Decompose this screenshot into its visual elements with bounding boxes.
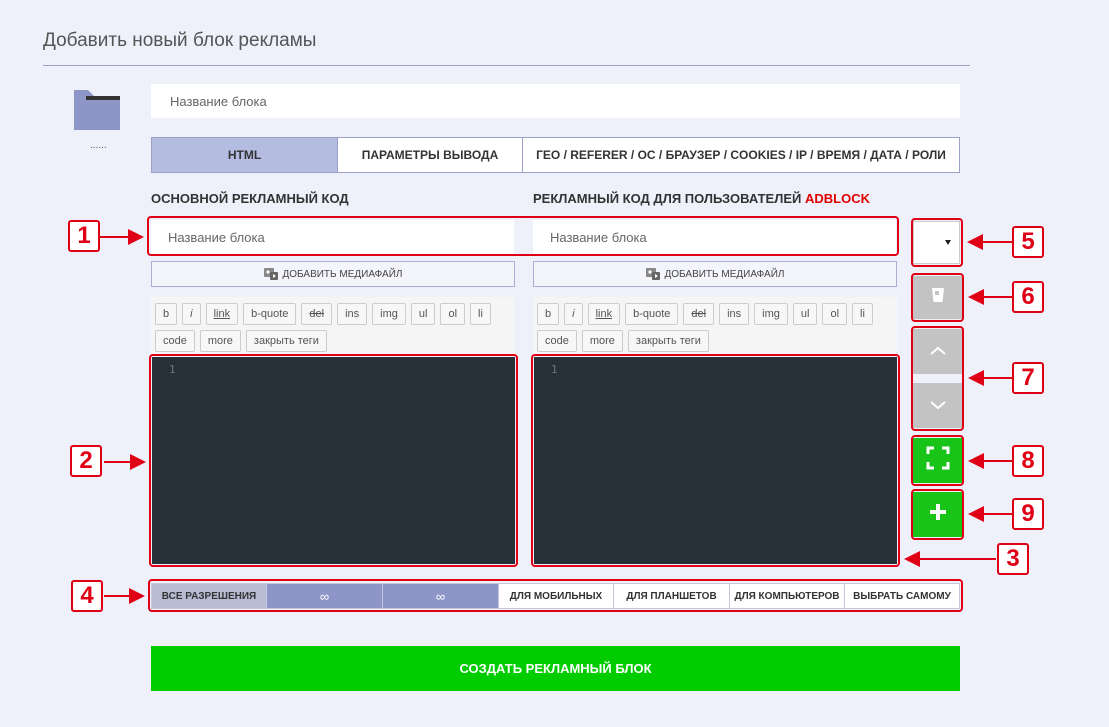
qt-ins-button[interactable]: ins bbox=[337, 303, 368, 325]
annotation-badge-5: 5 bbox=[1012, 226, 1044, 258]
qt-link-button[interactable]: link bbox=[205, 303, 239, 325]
annotation-badge-2: 2 bbox=[70, 445, 102, 477]
qt-link-button[interactable]: link bbox=[587, 303, 621, 325]
delete-button[interactable] bbox=[913, 276, 962, 319]
qt-ul-button[interactable]: ul bbox=[410, 303, 436, 325]
fullscreen-button[interactable] bbox=[913, 438, 962, 483]
qt-img-button[interactable]: img bbox=[754, 303, 788, 325]
tab-geo-targeting[interactable]: ГЕО / REFERER / ОС / БРАУЗЕР / COOKIES /… bbox=[523, 138, 959, 172]
main-code-title-text: ОСНОВНОЙ РЕКЛАМНЫЙ КОД bbox=[151, 191, 349, 206]
media-icon bbox=[263, 268, 278, 280]
annotation-badge-3: 3 bbox=[997, 543, 1029, 575]
qt-close-tags-button[interactable]: закрыть теги bbox=[627, 330, 709, 352]
adblock-code-title-text: РЕКЛАМНЫЙ КОД ДЛЯ ПОЛЬЗОВАТЕЛЕЙ bbox=[533, 191, 805, 206]
adblock-code-title: РЕКЛАМНЫЙ КОД ДЛЯ ПОЛЬЗОВАТЕЛЕЙ ADBLOCK bbox=[533, 191, 870, 206]
qt-ol-button[interactable]: ol bbox=[440, 303, 466, 325]
main-quicktags-toolbar: b i link b-quote del ins img ul ol li co… bbox=[151, 297, 515, 355]
tab-bar: HTML ПАРАМЕТРЫ ВЫВОДА ГЕО / REFERER / ОС… bbox=[151, 137, 960, 173]
mobile-button[interactable]: ДЛЯ МОБИЛЬНЫХ bbox=[499, 584, 614, 608]
resolution-bar: ВСЕ РАЗРЕШЕНИЯ ∞ ∞ ДЛЯ МОБИЛЬНЫХ ДЛЯ ПЛА… bbox=[151, 583, 960, 609]
qt-del-button[interactable]: del bbox=[301, 303, 333, 325]
all-resolutions-button[interactable]: ВСЕ РАЗРЕШЕНИЯ bbox=[152, 584, 267, 608]
qt-more-button[interactable]: more bbox=[199, 330, 241, 352]
adblock-code-name-input[interactable] bbox=[533, 220, 896, 254]
desktop-button[interactable]: ДЛЯ КОМПЬЮТЕРОВ bbox=[730, 584, 845, 608]
main-code-title: ОСНОВНОЙ РЕКЛАМНЫЙ КОД bbox=[151, 191, 349, 206]
qt-ol-button[interactable]: ol bbox=[822, 303, 848, 325]
main-add-media-button[interactable]: ДОБАВИТЬ МЕДИАФАЙЛ bbox=[151, 261, 515, 287]
qt-close-tags-button[interactable]: закрыть теги bbox=[245, 330, 327, 352]
qt-italic-button[interactable]: i bbox=[182, 303, 201, 325]
move-down-button[interactable] bbox=[913, 383, 962, 428]
min-width-field[interactable]: ∞ bbox=[267, 584, 383, 608]
annotation-badge-9: 9 bbox=[1012, 498, 1044, 530]
custom-resolution-button[interactable]: ВЫБРАТЬ САМОМУ bbox=[845, 584, 959, 608]
add-block-button[interactable] bbox=[913, 492, 962, 537]
line-number: 1 bbox=[551, 363, 558, 376]
max-width-field[interactable]: ∞ bbox=[383, 584, 499, 608]
annotation-badge-4: 4 bbox=[71, 580, 103, 612]
annotation-badge-7: 7 bbox=[1012, 362, 1044, 394]
create-ad-block-button[interactable]: СОЗДАТЬ РЕКЛАМНЫЙ БЛОК bbox=[151, 646, 960, 691]
side-select[interactable] bbox=[913, 221, 960, 264]
qt-img-button[interactable]: img bbox=[372, 303, 406, 325]
qt-ins-button[interactable]: ins bbox=[719, 303, 750, 325]
line-number: 1 bbox=[169, 363, 176, 376]
page-title: Добавить новый блок рекламы bbox=[43, 30, 317, 51]
qt-li-button[interactable]: li bbox=[470, 303, 491, 325]
adblock-highlight: ADBLOCK bbox=[804, 191, 870, 206]
qt-code-button[interactable]: code bbox=[537, 330, 577, 352]
qt-code-button[interactable]: code bbox=[155, 330, 195, 352]
caret-down-icon bbox=[945, 240, 951, 245]
move-up-button[interactable] bbox=[913, 329, 962, 374]
tablet-button[interactable]: ДЛЯ ПЛАНШЕТОВ bbox=[614, 584, 730, 608]
qt-bquote-button[interactable]: b-quote bbox=[243, 303, 297, 325]
qt-italic-button[interactable]: i bbox=[564, 303, 583, 325]
adblock-quicktags-toolbar: b i link b-quote del ins img ul ol li co… bbox=[533, 297, 897, 355]
plus-icon bbox=[929, 503, 947, 526]
tab-output-params[interactable]: ПАРАМЕТРЫ ВЫВОДА bbox=[338, 138, 523, 172]
adblock-code-editor[interactable]: 1 bbox=[534, 357, 897, 564]
adblock-add-media-button[interactable]: ДОБАВИТЬ МЕДИАФАЙЛ bbox=[533, 261, 897, 287]
tab-html[interactable]: HTML bbox=[152, 138, 338, 172]
qt-li-button[interactable]: li bbox=[852, 303, 873, 325]
qt-bquote-button[interactable]: b-quote bbox=[625, 303, 679, 325]
fullscreen-icon bbox=[926, 446, 950, 475]
trash-icon bbox=[931, 287, 945, 308]
adblock-add-media-label: ДОБАВИТЬ МЕДИАФАЙЛ bbox=[664, 268, 785, 280]
qt-bold-button[interactable]: b bbox=[155, 303, 178, 325]
annotation-badge-6: 6 bbox=[1012, 281, 1044, 313]
main-add-media-label: ДОБАВИТЬ МЕДИАФАЙЛ bbox=[282, 268, 403, 280]
qt-del-button[interactable]: del bbox=[683, 303, 715, 325]
chevron-up-icon bbox=[929, 343, 947, 361]
chevron-down-icon bbox=[929, 397, 947, 415]
block-name-input[interactable] bbox=[151, 84, 960, 118]
folder-icon[interactable] bbox=[74, 90, 120, 130]
main-code-name-input[interactable] bbox=[151, 220, 514, 254]
annotation-badge-8: 8 bbox=[1012, 445, 1044, 477]
media-icon bbox=[645, 268, 660, 280]
folder-label: ...... bbox=[90, 140, 107, 151]
main-code-editor[interactable]: 1 bbox=[152, 357, 515, 564]
qt-ul-button[interactable]: ul bbox=[792, 303, 818, 325]
title-divider bbox=[43, 65, 970, 66]
qt-more-button[interactable]: more bbox=[581, 330, 623, 352]
qt-bold-button[interactable]: b bbox=[537, 303, 560, 325]
annotation-badge-1: 1 bbox=[68, 220, 100, 252]
